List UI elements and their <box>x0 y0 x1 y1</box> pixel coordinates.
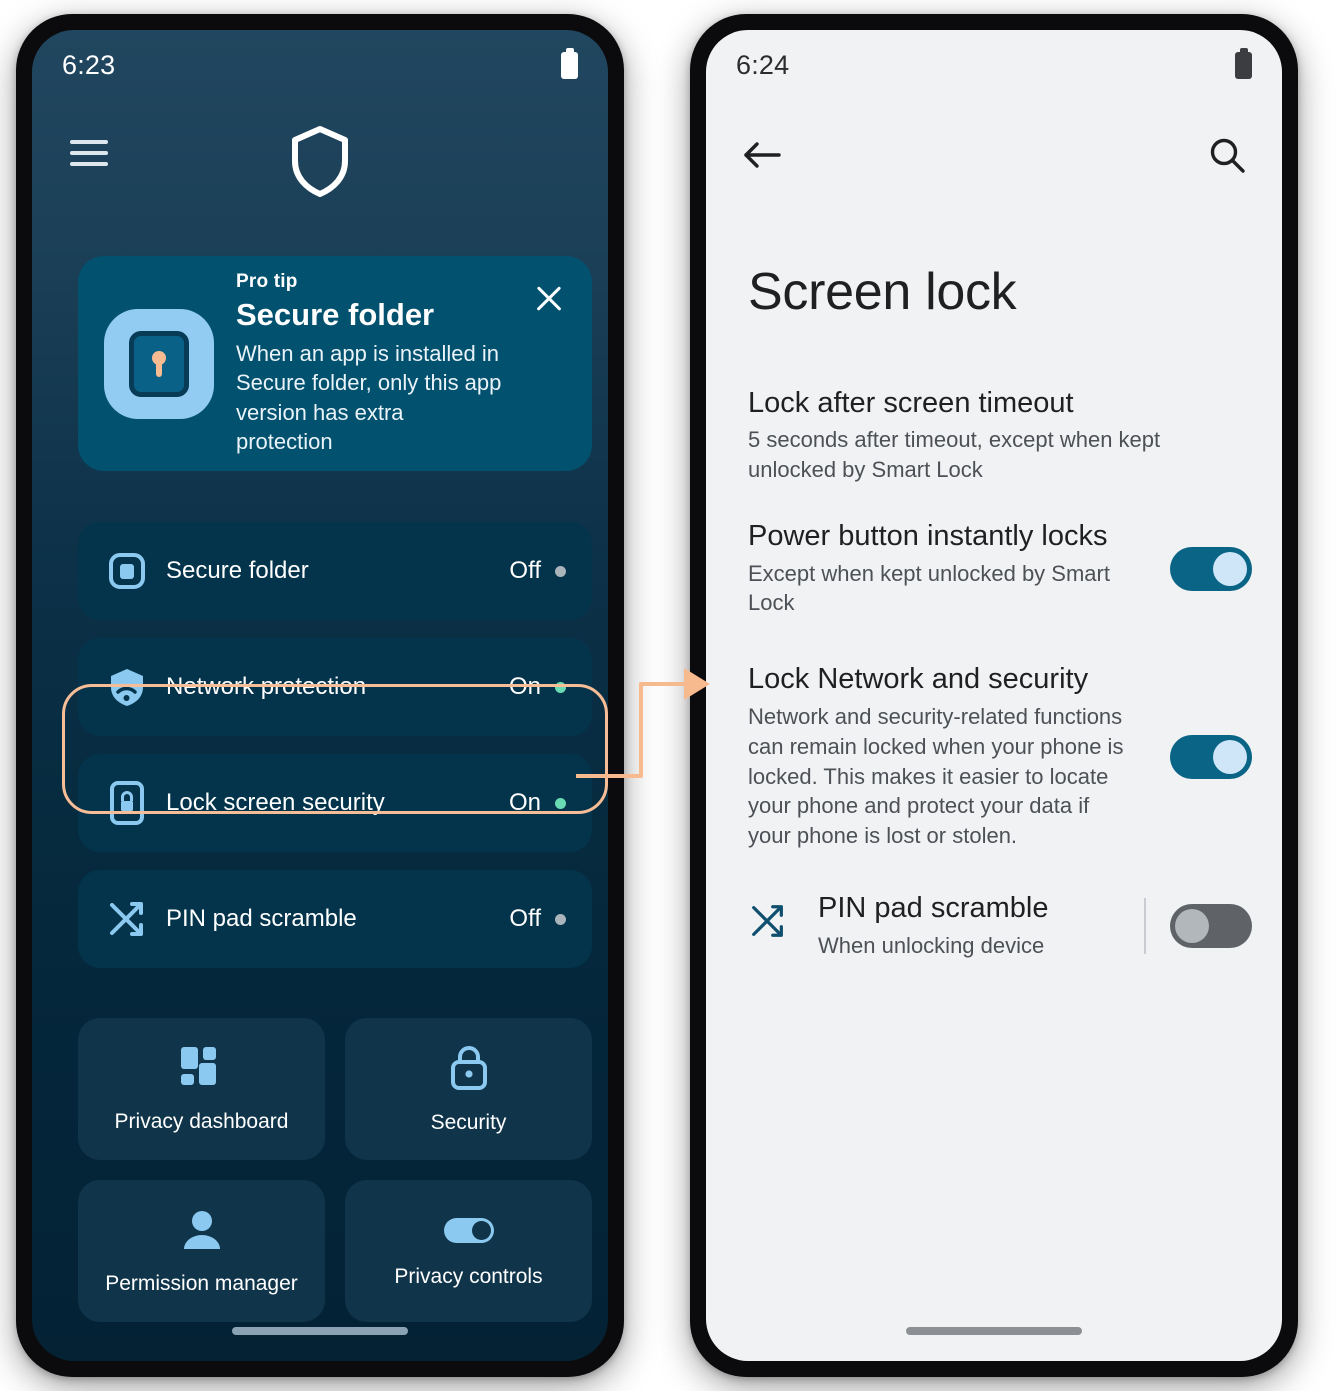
battery-icon <box>561 51 578 79</box>
right-phone-frame: 6:24 Screen lock Lock after screen timeo… <box>690 14 1298 1377</box>
left-app-bar <box>32 116 608 226</box>
screen-lock-settings-list: Lock after screen timeout 5 seconds afte… <box>748 386 1252 995</box>
setting-subtitle: Network and security-related functions c… <box>748 703 1124 849</box>
secure-folder-icon <box>104 551 150 591</box>
left-phone-frame: 6:23 Pro tip Secure folder When an app i… <box>16 14 624 1377</box>
list-item-secure-folder[interactable]: Secure folder Off <box>78 522 592 620</box>
network-shield-icon <box>104 666 150 708</box>
tile-label: Privacy dashboard <box>114 1109 289 1133</box>
tile-label: Privacy controls <box>394 1264 543 1288</box>
tile-label: Permission manager <box>105 1271 298 1295</box>
shuffle-icon <box>104 898 150 940</box>
status-dot <box>555 565 566 577</box>
left-phone-screen: 6:23 Pro tip Secure folder When an app i… <box>32 30 608 1361</box>
list-item-label: Network protection <box>166 673 367 700</box>
tile-label: Security <box>430 1110 507 1134</box>
close-icon[interactable] <box>532 282 566 316</box>
list-item-pin-pad-scramble[interactable]: PIN pad scramble Off <box>78 870 592 968</box>
setting-title: Power button instantly locks <box>748 520 1108 553</box>
tile-security[interactable]: Security <box>345 1018 592 1160</box>
toggle-power-button-instantly-locks[interactable] <box>1170 546 1252 591</box>
padlock-icon <box>447 1044 491 1097</box>
toggle-lock-network-and-security[interactable] <box>1170 734 1252 779</box>
comparison-stage: 6:23 Pro tip Secure folder When an app i… <box>0 0 1343 1391</box>
dashboard-grid-icon <box>179 1045 225 1096</box>
shield-logo-icon <box>289 124 351 203</box>
toggle-divider <box>1144 897 1146 954</box>
status-dot <box>555 797 566 809</box>
phone-lock-icon <box>104 781 150 825</box>
setting-lock-network-and-security[interactable]: Lock Network and security Network and se… <box>748 662 1252 851</box>
left-status-bar: 6:23 <box>32 30 608 100</box>
shuffle-icon <box>748 891 802 946</box>
person-icon <box>179 1207 225 1258</box>
list-item-state: On <box>508 789 541 816</box>
setting-pin-pad-scramble[interactable]: PIN pad scramble When unlocking device <box>748 891 1252 960</box>
security-settings-list: Secure folder Off Network protection On <box>78 522 592 986</box>
secure-folder-lock-icon <box>104 308 214 419</box>
battery-icon <box>1235 51 1252 79</box>
page-title: Screen lock <box>748 263 1017 321</box>
setting-lock-after-screen-timeout[interactable]: Lock after screen timeout 5 seconds afte… <box>748 386 1252 485</box>
setting-power-button-instantly-locks[interactable]: Power button instantly locks Except when… <box>748 519 1252 618</box>
setting-subtitle: Except when kept unlocked by Smart Lock <box>748 560 1110 616</box>
back-arrow-icon[interactable] <box>742 138 782 177</box>
right-phone-screen: 6:24 Screen lock Lock after screen timeo… <box>706 30 1282 1361</box>
list-item-state: Off <box>509 557 541 584</box>
pro-tip-carousel: Pro tip Secure folder When an app is ins… <box>32 256 608 474</box>
pro-tip-body: When an app is installed in Secure folde… <box>236 340 502 454</box>
list-item-state: Off <box>509 905 541 932</box>
list-item-network-protection[interactable]: Network protection On <box>78 638 592 736</box>
status-dot <box>555 681 566 693</box>
right-app-bar <box>706 122 1282 208</box>
list-item-label: Secure folder <box>166 557 309 584</box>
pro-tip-kicker: Pro tip <box>236 270 298 292</box>
quick-action-tiles: Privacy dashboard Security Permission ma… <box>78 1018 592 1322</box>
toggle-pin-pad-scramble[interactable] <box>1170 903 1252 948</box>
status-dot <box>555 913 566 925</box>
status-clock: 6:23 <box>62 49 116 80</box>
setting-title: Lock Network and security <box>748 663 1089 696</box>
list-item-label: PIN pad scramble <box>166 905 357 932</box>
status-clock: 6:24 <box>736 49 790 80</box>
home-indicator[interactable] <box>232 1327 408 1335</box>
right-status-bar: 6:24 <box>706 30 1282 100</box>
pro-tip-card[interactable]: Pro tip Secure folder When an app is ins… <box>78 256 592 471</box>
tile-privacy-dashboard[interactable]: Privacy dashboard <box>78 1018 325 1160</box>
setting-subtitle: 5 seconds after timeout, except when kep… <box>748 427 1161 483</box>
tile-permission-manager[interactable]: Permission manager <box>78 1180 325 1322</box>
tile-privacy-controls[interactable]: Privacy controls <box>345 1180 592 1322</box>
setting-subtitle: When unlocking device <box>818 932 1045 958</box>
setting-title: Lock after screen timeout <box>748 387 1074 419</box>
list-item-label: Lock screen security <box>166 789 385 816</box>
list-item-state: On <box>508 673 541 700</box>
setting-title: PIN pad scramble <box>818 892 1049 925</box>
search-icon[interactable] <box>1208 136 1246 179</box>
toggle-icon <box>443 1214 495 1251</box>
home-indicator[interactable] <box>906 1327 1082 1335</box>
pro-tip-title: Secure folder <box>236 296 435 332</box>
list-item-lock-screen-security[interactable]: Lock screen security On <box>78 754 592 852</box>
hamburger-menu-icon[interactable] <box>70 140 108 166</box>
